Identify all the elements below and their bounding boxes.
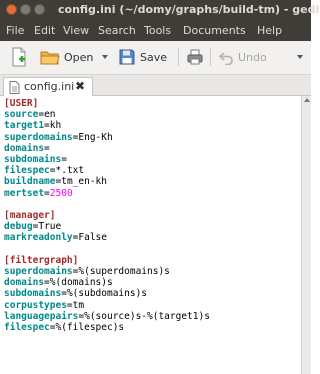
new-document-button[interactable] <box>10 46 28 68</box>
section-header-line: [filtergraph] <box>4 255 78 266</box>
close-window-button[interactable] <box>6 4 17 15</box>
key-value-line: superdomains=%(superdomains)s <box>4 266 170 277</box>
undo-label: Undo <box>238 50 267 64</box>
config-key: target1 <box>4 120 45 132</box>
config-value: 2500 <box>49 187 73 199</box>
key-value-line: source=en <box>4 109 56 120</box>
window-title: config.ini (~/domy/graphs/build-tm) - ge… <box>58 3 320 16</box>
undo-icon <box>218 52 233 65</box>
config-key: domains <box>4 142 45 154</box>
open-button[interactable]: Open <box>40 46 93 68</box>
config-value: %(domains)s <box>49 277 113 289</box>
config-key: markreadonly <box>4 232 73 244</box>
section-name: [manager] <box>4 210 56 221</box>
menu-help[interactable]: Help <box>257 24 282 37</box>
section-header-line: [USER] <box>4 98 38 109</box>
config-key: languagepairs <box>4 310 79 322</box>
config-value: True <box>38 221 62 233</box>
toolbar-separator <box>178 48 179 66</box>
new-document-icon <box>12 47 26 67</box>
config-key: buildname <box>4 176 56 188</box>
config-value: False <box>78 232 107 244</box>
equals-sign: = <box>44 142 50 154</box>
config-value: Eng-Kh <box>78 131 113 143</box>
text-editor[interactable]: [USER] source=en target1=kh superdomains=En… <box>0 96 301 374</box>
config-key: superdomains <box>4 131 73 143</box>
config-key: filespec <box>4 165 50 177</box>
config-key: filespec <box>4 322 50 333</box>
folder-open-icon <box>40 51 60 65</box>
vertical-scrollbar[interactable] <box>301 96 311 374</box>
undo-button[interactable]: Undo <box>218 46 267 68</box>
key-value-line: languagepairs=%(source)s-%(target1)s <box>4 311 210 322</box>
config-key: subdomains <box>4 154 62 165</box>
open-label: Open <box>64 50 94 64</box>
key-value-line: subdomains= <box>4 154 67 165</box>
config-key: domains <box>4 277 45 289</box>
key-value-line: mertset=2500 <box>4 188 73 199</box>
config-key: subdomains <box>4 288 62 300</box>
config-value: %(subdomains)s <box>66 288 148 300</box>
section-header-line: [manager] <box>4 210 55 221</box>
save-button[interactable]: Save <box>118 46 167 68</box>
key-value-line: subdomains=%(subdomains)s <box>4 288 147 299</box>
menu-tools[interactable]: Tools <box>144 24 171 37</box>
close-tab-icon[interactable]: ✖ <box>75 79 85 93</box>
title-bar: config.ini (~/domy/graphs/build-tm) - ge… <box>0 0 320 20</box>
config-value: tm <box>72 299 85 311</box>
scroll-up-icon[interactable] <box>304 98 310 102</box>
menu-view[interactable]: View <box>63 24 89 37</box>
key-value-line: markreadonly=False <box>4 232 107 243</box>
config-key: superdomains <box>4 266 73 277</box>
menu-documents[interactable]: Documents <box>183 24 246 37</box>
config-value: kh <box>49 120 62 132</box>
equals-sign: = <box>61 154 67 165</box>
document-icon <box>9 81 20 94</box>
toolbar: Open Save Undo <box>0 41 311 75</box>
printer-icon <box>187 49 203 65</box>
key-value-line: target1=kh <box>4 120 61 131</box>
key-value-line: filespec=*.txt <box>4 165 84 176</box>
tab-config-ini[interactable]: config.ini ✖ <box>3 77 93 96</box>
config-value: en <box>44 109 56 121</box>
config-key: mertset <box>4 187 45 199</box>
config-key: debug <box>4 221 33 233</box>
menu-file[interactable]: File <box>6 24 24 37</box>
config-key: source <box>4 109 39 121</box>
config-key: corpustypes <box>4 299 67 311</box>
config-value: %(source)s-%(target1)s <box>84 310 210 322</box>
chevron-down-icon[interactable] <box>102 55 108 59</box>
key-value-line: filespec=%(filespec)s <box>4 322 124 333</box>
menu-bar: File Edit View Search Tools Documents He… <box>0 20 311 41</box>
key-value-line: domains= <box>4 143 50 154</box>
config-value: %(filespec)s <box>55 322 125 333</box>
config-value: tm_en-kh <box>61 176 107 188</box>
chevron-down-icon[interactable] <box>297 55 303 59</box>
key-value-line: buildname=tm_en-kh <box>4 176 107 187</box>
key-value-line: debug=True <box>4 221 61 232</box>
save-icon <box>119 49 135 65</box>
section-name: [filtergraph] <box>4 254 79 266</box>
print-button[interactable] <box>186 46 204 68</box>
key-value-line: domains=%(domains)s <box>4 277 113 288</box>
tab-bar: config.ini ✖ <box>0 75 311 96</box>
minimize-window-button[interactable] <box>20 4 31 15</box>
menu-edit[interactable]: Edit <box>34 24 55 37</box>
save-label: Save <box>140 50 168 64</box>
config-value: *.txt <box>55 165 85 177</box>
tab-label: config.ini <box>24 80 75 93</box>
section-name: [USER] <box>4 98 39 109</box>
menu-search[interactable]: Search <box>98 24 136 37</box>
config-value: %(superdomains)s <box>78 266 170 277</box>
maximize-window-button[interactable] <box>34 4 45 15</box>
toolbar-separator <box>210 48 211 66</box>
key-value-line: superdomains=Eng-Kh <box>4 132 113 143</box>
key-value-line: corpustypes=tm <box>4 300 84 311</box>
